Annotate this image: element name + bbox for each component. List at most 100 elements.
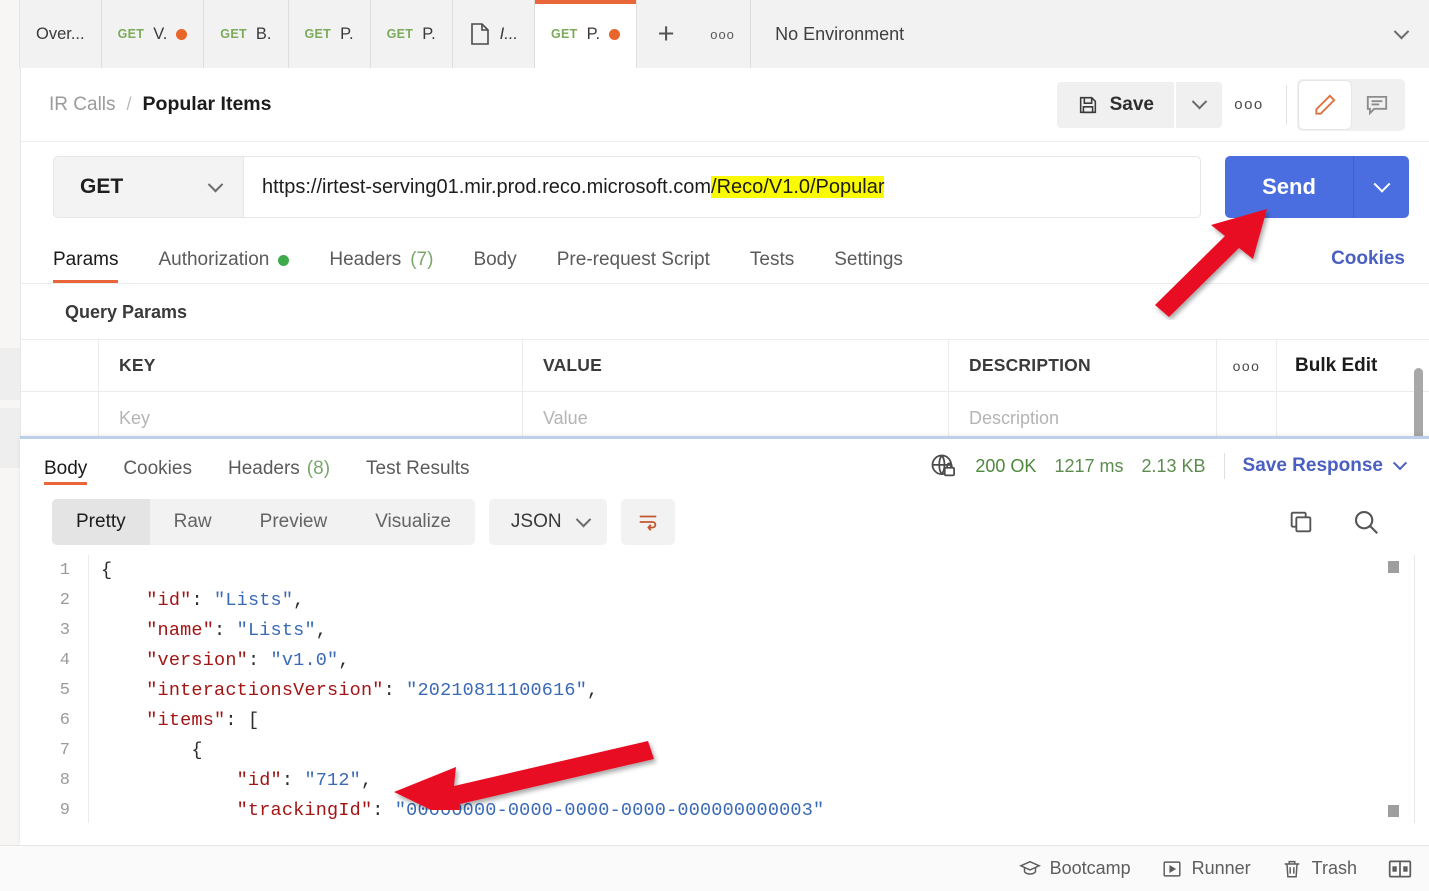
response-actions-group (1287, 507, 1405, 537)
sidebar-item-placeholder-2[interactable] (0, 408, 20, 468)
tab-label: Cookies (123, 458, 192, 479)
bulk-edit-button[interactable]: Bulk Edit (1277, 340, 1427, 391)
tab-label: P. (340, 24, 354, 43)
value-column-label: VALUE (543, 355, 603, 375)
view-mode-raw[interactable]: Raw (150, 499, 236, 545)
request-tab-2[interactable]: GET B. (204, 0, 289, 68)
code-line-text: "id": "712", (236, 769, 373, 791)
send-button[interactable]: Send (1225, 156, 1353, 218)
postman-window: Over... GET V. GET B. GET P. GET P. I... GET P. + o… (0, 0, 1429, 891)
unsaved-indicator-dot (609, 28, 621, 40)
tab-params[interactable]: Params (53, 249, 119, 283)
request-tab-6[interactable]: GET P. (535, 0, 638, 68)
request-tab-4[interactable]: GET P. (370, 0, 453, 68)
play-box-icon (1163, 860, 1181, 877)
save-response-label: Save Response (1242, 455, 1383, 476)
response-format-toolbar: Pretty Raw Preview Visualize JSON (20, 493, 1429, 555)
bootcamp-button[interactable]: Bootcamp (1018, 858, 1131, 880)
wrap-lines-icon (639, 515, 656, 531)
tab-body[interactable]: Body (473, 249, 516, 283)
request-tab-3[interactable]: GET P. (288, 0, 371, 68)
tab-label: Headers (329, 249, 402, 270)
response-tab-headers[interactable]: Headers (8) (228, 439, 330, 493)
code-line-text: "items": [ (146, 709, 260, 731)
request-more-actions-button[interactable]: ooo (1222, 82, 1276, 128)
response-tab-test-results[interactable]: Test Results (366, 439, 469, 493)
copy-icon[interactable] (1287, 508, 1315, 536)
chevron-down-icon (1191, 93, 1207, 110)
tab-tests[interactable]: Tests (750, 249, 794, 283)
response-format-selector[interactable]: JSON (488, 499, 607, 545)
code-line: 5 "interactionsVersion": "20210811100616… (20, 675, 1429, 705)
trash-label: Trash (1311, 858, 1357, 878)
send-options-dropdown[interactable] (1353, 156, 1409, 218)
tab-label: Body (473, 249, 517, 270)
key-column-label: KEY (119, 355, 156, 375)
response-tab-cookies[interactable]: Cookies (123, 439, 192, 493)
table-more-actions-button[interactable]: ooo (1217, 340, 1277, 391)
comment-button[interactable] (1351, 81, 1403, 129)
code-line-text: "name": "Lists", (146, 619, 328, 641)
tab-settings[interactable]: Settings (834, 249, 903, 283)
tab-label: P. (586, 24, 601, 43)
more-horizontal-icon: ooo (1232, 357, 1261, 374)
tab-label: P. (422, 24, 436, 43)
tab-method-label: GET (304, 27, 332, 41)
cookies-link[interactable]: Cookies (1331, 248, 1405, 270)
code-line: 4 "version": "v1.0", (20, 645, 1429, 675)
sidebar-item-placeholder-1[interactable] (0, 348, 20, 400)
request-tab-1[interactable]: GET V. (101, 0, 205, 68)
url-bar: GET https://irtest-serving01.mir.prod.re… (21, 142, 1429, 232)
environment-selector[interactable]: No Environment (751, 0, 1429, 68)
response-size: 2.13 KB (1141, 455, 1206, 476)
http-method-selector[interactable]: GET (53, 156, 243, 218)
save-response-button[interactable]: Save Response (1242, 455, 1408, 477)
line-number: 4 (59, 650, 70, 670)
view-mode-preview[interactable]: Preview (236, 499, 352, 545)
code-scrollbar-thumb-top[interactable] (1388, 561, 1399, 573)
tab-headers[interactable]: Headers (7) (329, 249, 433, 283)
chevron-down-icon (1392, 456, 1408, 471)
tab-pre-request-script[interactable]: Pre-request Script (557, 249, 710, 283)
sidebar-collapsed-strip[interactable] (0, 68, 20, 891)
runner-button[interactable]: Runner (1161, 858, 1251, 880)
tab-method-label: GET (386, 27, 414, 41)
breadcrumb-request-name[interactable]: Popular Items (143, 93, 272, 116)
request-tab-5[interactable]: I... (452, 0, 535, 68)
globe-lock-icon[interactable] (929, 452, 957, 480)
search-icon[interactable] (1351, 507, 1381, 537)
value-column-header: VALUE (523, 340, 949, 391)
wrap-lines-button[interactable] (620, 499, 675, 545)
breadcrumb-collection[interactable]: IR Calls (49, 94, 116, 116)
trash-icon (1284, 860, 1299, 878)
response-body-code-viewer[interactable]: 1{2 "id": "Lists", 3 "name": "Lists", 4 "v… (20, 555, 1429, 823)
edit-mode-button[interactable] (1299, 80, 1351, 129)
url-base: https://irtest-serving01.mir.prod.reco.m… (262, 175, 712, 198)
url-input[interactable]: https://irtest-serving01.mir.prod.reco.m… (243, 156, 1201, 218)
save-button[interactable]: Save (1056, 81, 1174, 128)
save-disk-icon (1079, 96, 1096, 113)
response-tab-bar: Body Cookies Headers (8) Test Results 200 OK… (20, 439, 1429, 493)
tab-list: Over... GET V. GET B. GET P. GET P. I... GET P. (20, 0, 638, 68)
value-placeholder: Value (543, 407, 588, 428)
bulk-edit-label: Bulk Edit (1295, 354, 1378, 376)
layout-toggle-button[interactable] (1387, 858, 1413, 880)
tab-bar-more-button[interactable]: ooo (695, 0, 752, 68)
code-line: 6 "items": [ (20, 705, 1429, 735)
trash-button[interactable]: Trash (1281, 858, 1357, 880)
code-scrollbar-thumb-bottom[interactable] (1388, 805, 1399, 817)
save-options-dropdown[interactable] (1176, 81, 1222, 128)
tab-label: Pre-request Script (556, 249, 710, 270)
view-mode-pretty[interactable]: Pretty (52, 499, 150, 545)
breadcrumb-separator: / (126, 94, 132, 114)
new-tab-button[interactable]: + (637, 0, 696, 68)
tab-authorization[interactable]: Authorization (158, 249, 290, 283)
send-button-label: Send (1262, 174, 1316, 199)
response-tab-body[interactable]: Body (44, 439, 88, 493)
checkbox-column-header (21, 340, 99, 391)
pencil-icon (1315, 93, 1336, 115)
request-tab-0[interactable]: Over... (20, 0, 102, 68)
response-time: 1217 ms (1054, 455, 1124, 476)
tab-label: Body (44, 458, 88, 479)
view-mode-visualize[interactable]: Visualize (351, 499, 475, 545)
